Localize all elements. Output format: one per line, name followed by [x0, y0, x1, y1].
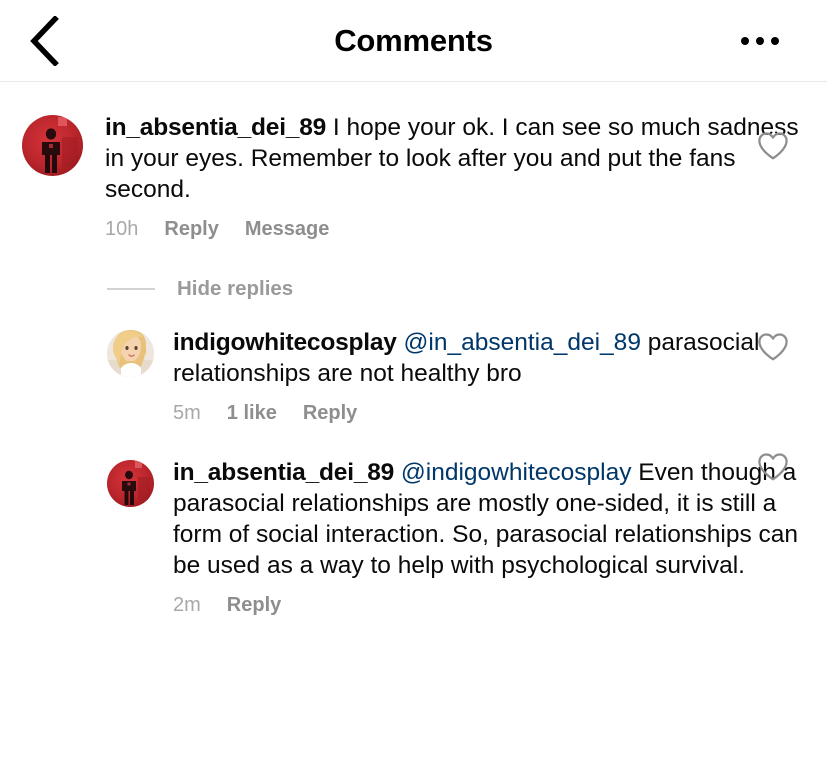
comment-mention[interactable]: @in_absentia_dei_89 — [404, 329, 641, 356]
ellipsis-icon-dot2 — [756, 36, 764, 45]
page-title: Comments — [334, 22, 493, 58]
comments-list: in_absentia_dei_89 I hope your ok. I can… — [0, 82, 827, 617]
comment-space — [326, 114, 333, 141]
comment-username[interactable]: in_absentia_dei_89 — [173, 459, 394, 486]
comment-timestamp: 5m — [173, 402, 201, 424]
comment-space — [397, 329, 404, 356]
comment-content: indigowhitecosplay @in_absentia_dei_89 p… — [154, 327, 827, 425]
ellipsis-icon — [741, 36, 749, 45]
comment-meta-row: 2m Reply — [173, 594, 817, 617]
comment-meta-row: 5m 1 like Reply — [173, 402, 817, 425]
hide-replies-label: Hide replies — [177, 277, 294, 300]
comment-text-block: indigowhitecosplay @in_absentia_dei_89 p… — [173, 327, 817, 389]
reply-button[interactable]: Reply — [164, 218, 218, 241]
comment-item: in_absentia_dei_89 I hope your ok. I can… — [0, 102, 827, 241]
reply-button[interactable]: Reply — [303, 402, 357, 425]
hide-replies-toggle[interactable]: Hide replies — [107, 277, 827, 301]
avatar-blonde-person-image — [107, 330, 154, 377]
like-button[interactable] — [753, 447, 793, 487]
avatar[interactable] — [22, 115, 83, 176]
comment-username[interactable]: in_absentia_dei_89 — [105, 114, 326, 141]
message-button[interactable]: Message — [245, 218, 330, 241]
more-options-button[interactable] — [737, 27, 783, 55]
toggle-rule — [107, 288, 155, 290]
comment-meta-row: 10h Reply Message — [105, 218, 817, 241]
comment-text-block: in_absentia_dei_89 I hope your ok. I can… — [105, 112, 817, 205]
ellipsis-icon-dot3 — [771, 36, 779, 45]
comment-space — [394, 459, 401, 486]
avatar[interactable] — [107, 330, 154, 377]
comment-username[interactable]: indigowhitecosplay — [173, 329, 397, 356]
like-count[interactable]: 1 like — [227, 402, 277, 425]
reply-button[interactable]: Reply — [227, 594, 281, 617]
avatar-red-figure-image — [22, 115, 83, 176]
comment-item: indigowhitecosplay @in_absentia_dei_89 p… — [0, 305, 827, 425]
avatar-red-figure-image — [107, 460, 154, 507]
comment-content: in_absentia_dei_89 I hope your ok. I can… — [83, 112, 827, 241]
app-header: Comments — [0, 0, 827, 82]
comment-mention[interactable]: @indigowhitecosplay — [401, 459, 632, 486]
like-button[interactable] — [753, 327, 793, 367]
comment-timestamp: 2m — [173, 594, 201, 616]
comment-timestamp: 10h — [105, 218, 139, 240]
comment-text-block: in_absentia_dei_89 @indigowhitecosplay E… — [173, 457, 817, 581]
avatar[interactable] — [107, 460, 154, 507]
heart-outline-icon — [757, 452, 789, 482]
comment-item: in_absentia_dei_89 @indigowhitecosplay E… — [0, 425, 827, 617]
comment-space-2 — [641, 329, 648, 356]
comment-content: in_absentia_dei_89 @indigowhitecosplay E… — [154, 457, 827, 617]
like-button[interactable] — [753, 126, 793, 166]
heart-outline-icon — [757, 131, 789, 161]
heart-outline-icon — [757, 332, 789, 362]
